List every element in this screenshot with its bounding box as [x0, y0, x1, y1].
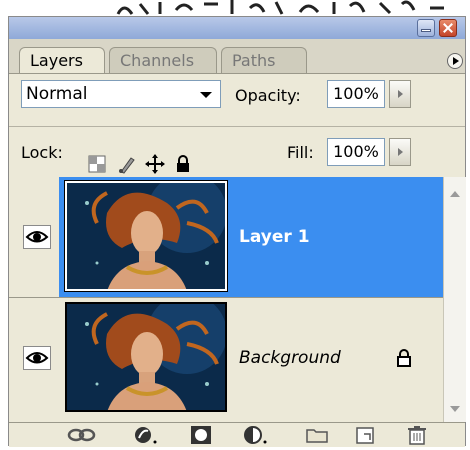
delete-layer-icon[interactable] — [405, 425, 429, 445]
panel-titlebar[interactable] — [9, 17, 465, 39]
lock-all-icon[interactable] — [173, 154, 193, 174]
panel-menu-button[interactable] — [447, 53, 463, 69]
lock-pixels-brush-icon[interactable] — [117, 154, 137, 174]
tab-paths[interactable]: Paths — [221, 47, 307, 73]
blend-mode-value: Normal — [26, 84, 88, 104]
link-layers-icon[interactable] — [67, 425, 96, 445]
layer-thumbnail — [64, 180, 228, 292]
opacity-field[interactable]: 100% — [327, 80, 385, 108]
close-button[interactable] — [439, 19, 457, 37]
cropped-glyphs — [116, 0, 444, 15]
lock-position-move-icon[interactable] — [145, 154, 165, 174]
layers-panel: Layers Channels Paths Normal Opacity: 10… — [8, 16, 466, 447]
blend-opacity-row: Normal Opacity: 100% — [9, 74, 465, 114]
layer-name[interactable]: Background — [239, 348, 341, 368]
cropped-document-text — [0, 0, 470, 16]
layers-scrollbar[interactable] — [443, 177, 466, 422]
layer-row[interactable]: Background — [9, 298, 443, 418]
new-group-icon[interactable] — [305, 425, 329, 445]
visibility-cell[interactable] — [13, 177, 55, 297]
visibility-cell[interactable] — [13, 298, 55, 418]
tab-channels[interactable]: Channels — [109, 47, 217, 73]
layer-mask-icon[interactable] — [189, 425, 213, 445]
blend-mode-select[interactable]: Normal — [21, 80, 221, 108]
fill-slider-button[interactable] — [389, 138, 411, 166]
minimize-button[interactable] — [417, 19, 435, 37]
opacity-slider-button[interactable] — [389, 80, 411, 108]
panel-tab-row: Layers Channels Paths — [9, 39, 465, 74]
layer-content[interactable]: Layer 1 — [59, 177, 443, 297]
new-layer-icon[interactable] — [353, 425, 377, 445]
eye-icon[interactable] — [23, 225, 51, 249]
fill-field[interactable]: 100% — [327, 138, 385, 166]
chevron-down-icon — [200, 92, 212, 98]
lock-transparency-icon[interactable] — [87, 154, 107, 174]
lock-label: Lock: — [21, 143, 63, 162]
adjustment-layer-icon[interactable] — [243, 425, 267, 445]
tab-layers[interactable]: Layers — [19, 47, 105, 73]
divider — [9, 126, 465, 127]
layers-list: Layer 1 Background — [9, 177, 443, 422]
layers-bottom-toolbar — [9, 422, 465, 447]
lock-icon — [395, 348, 413, 368]
scroll-down-icon[interactable] — [450, 406, 460, 412]
opacity-label: Opacity: — [235, 86, 301, 105]
layer-thumbnail — [65, 302, 227, 412]
layer-content[interactable]: Background — [59, 298, 443, 418]
eye-icon[interactable] — [23, 346, 51, 370]
layer-row[interactable]: Layer 1 — [9, 177, 443, 298]
scroll-up-icon[interactable] — [450, 191, 460, 197]
layer-style-icon[interactable] — [133, 425, 157, 445]
layer-name[interactable]: Layer 1 — [239, 227, 310, 247]
fill-label: Fill: — [287, 143, 314, 162]
